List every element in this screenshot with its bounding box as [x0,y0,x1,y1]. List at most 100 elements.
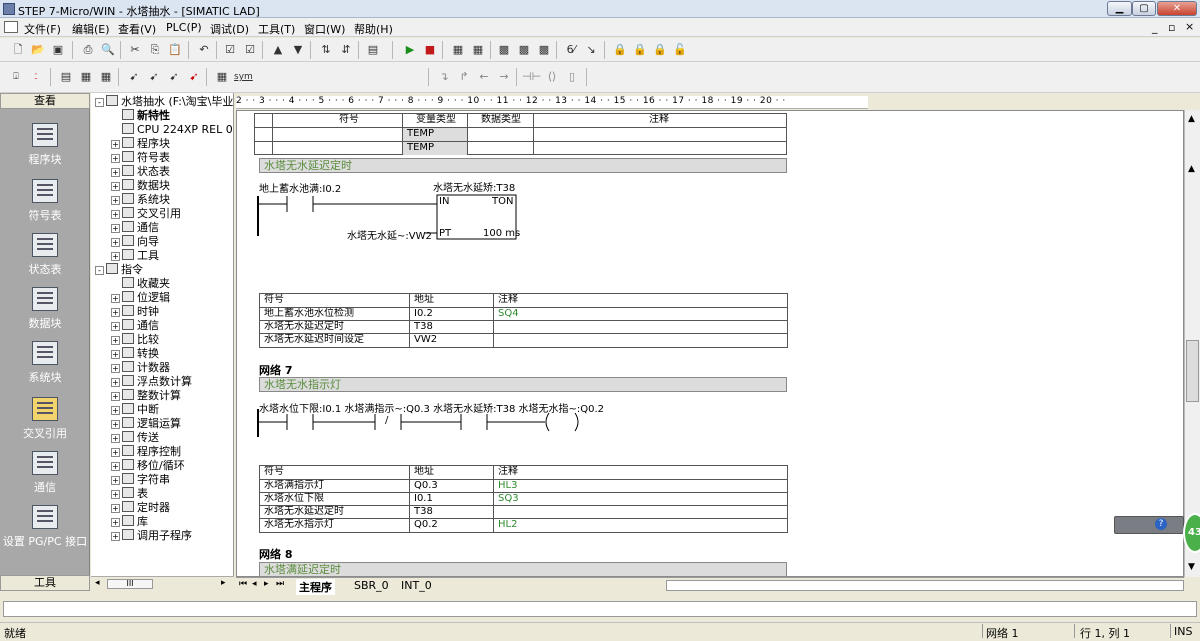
tree-node[interactable]: + 向导 [111,235,159,249]
coil-icon[interactable]: ⟨⟩ [544,69,560,85]
view-header[interactable]: 查看 [0,93,90,109]
expand-icon[interactable]: + [111,168,120,177]
mdi-restore-button[interactable]: ▫ [1168,21,1175,34]
new-icon[interactable]: 🗋 [10,42,26,58]
tree-node[interactable]: + 比较 [111,333,159,347]
menu-edit[interactable]: 编辑(E) [72,21,110,37]
expand-icon[interactable]: + [111,476,120,485]
menu-view[interactable]: 查看(V) [118,21,156,37]
box-icon[interactable]: ▯ [564,69,580,85]
expand-icon[interactable]: + [111,490,120,499]
nav-data-block[interactable]: 数据块 [0,287,90,331]
options-icon[interactable]: ▤ [365,42,381,58]
network-7-heading[interactable]: 网络 7 [259,362,292,378]
sort-desc-icon[interactable]: ⇵ [338,42,354,58]
unforce-icon[interactable]: ↘ [583,42,599,58]
scroll-right-icon[interactable]: ▸ [221,578,226,588]
tree-node[interactable]: + 位逻辑 [111,291,170,305]
write-all-icon[interactable]: ▩ [536,42,552,58]
nav-communication[interactable]: 通信 [0,451,90,495]
nav-cross-reference[interactable]: 交叉引用 [0,397,90,441]
line-down-icon[interactable]: ↴ [436,69,452,85]
copy-icon[interactable]: ⎘ [147,42,163,58]
program-status-icon[interactable]: ▦ [450,42,466,58]
mdi-minimize-button[interactable]: _ [1152,21,1158,34]
net7-rung[interactable] [257,409,597,439]
toggle-symbol-icon[interactable]: ▦ [78,69,94,85]
expand-icon[interactable]: + [111,462,120,471]
tools-header[interactable]: 工具 [0,575,90,591]
expand-icon[interactable]: + [111,350,120,359]
tree-node[interactable]: + 中断 [111,403,159,417]
tree-node[interactable]: + 移位/循环 [111,459,185,473]
help-icon[interactable]: ? [1155,518,1167,530]
expand-icon[interactable]: + [111,308,120,317]
network-8-heading[interactable]: 网络 8 [259,546,292,562]
menu-plc[interactable]: PLC(P) [166,21,202,34]
insert-network-icon[interactable]: ⍗ [8,69,24,85]
tree-node[interactable]: + 时钟 [111,305,159,319]
expand-icon[interactable]: + [111,532,120,541]
tree-node[interactable]: + 状态表 [111,165,170,179]
tree-node[interactable]: + 调用子程序 [111,529,192,543]
editor-vertical-scrollbar[interactable]: ▲ ▲ ▼ [1184,110,1200,577]
notification-badge[interactable]: 43 [1183,513,1200,553]
line-left-icon[interactable]: ← [476,69,492,85]
expand-icon[interactable]: + [111,518,120,527]
tree-node[interactable]: 新特性 [111,109,170,123]
tree-node[interactable]: + 通信 [111,221,159,235]
tab-last-icon[interactable]: ⏭ [276,579,284,589]
expand-icon[interactable]: + [111,434,120,443]
network-6-title[interactable]: 水塔无水延迟定时 [259,158,787,173]
tree-node[interactable]: + 整数计算 [111,389,181,403]
leaf-icon[interactable] [111,278,120,287]
tree-node[interactable]: + 定时器 [111,501,170,515]
expand-icon[interactable]: + [111,238,120,247]
lock-icon[interactable]: 🔒 [612,42,628,58]
tab-next-icon[interactable]: ▸ [264,579,269,589]
tree-node[interactable]: + 逻辑运算 [111,417,181,431]
sort-asc-icon[interactable]: ⇅ [318,42,334,58]
tree-node[interactable]: + 工具 [111,249,159,263]
editor-scroll-thumb[interactable] [1186,340,1199,402]
expand-icon[interactable]: + [111,210,120,219]
nav-symbol-table[interactable]: 符号表 [0,179,90,223]
print-preview-icon[interactable]: 🔍 [100,42,116,58]
collapse-icon[interactable]: - [95,266,104,275]
expand-icon[interactable]: + [111,140,120,149]
tree-node[interactable]: + 计数器 [111,361,170,375]
tree-node[interactable]: - 指令 [95,263,143,277]
tree-node[interactable]: + 程序控制 [111,445,181,459]
tab-main-program[interactable]: 主程序 [296,579,335,595]
symbol-info-icon[interactable]: sym [234,69,253,85]
save-all-icon[interactable]: ▣ [50,42,66,58]
expand-icon[interactable]: + [111,504,120,513]
menu-window[interactable]: 窗口(W) [304,21,345,37]
expand-icon[interactable]: + [111,224,120,233]
scroll-up-icon[interactable]: ▲ [1188,114,1195,124]
expand-icon[interactable]: + [111,196,120,205]
read-all-forced-icon[interactable]: 🔒 [652,42,668,58]
paste-icon[interactable]: 📋 [167,42,183,58]
tree-node[interactable]: + 传送 [111,431,159,445]
floating-toolbar[interactable]: ? [1114,516,1184,534]
expand-icon[interactable]: + [111,448,120,457]
print-icon[interactable]: ⎙ [80,42,96,58]
network-8-title[interactable]: 水塔满延迟定时 [259,562,787,576]
tab-prev-icon[interactable]: ◂ [252,579,257,589]
pause-status-icon[interactable]: ▦ [470,42,486,58]
compile-all-icon[interactable]: ☑ [242,42,258,58]
remove-bookmarks-icon[interactable]: ➹ [186,69,202,85]
collapse-icon[interactable]: - [95,98,104,107]
menu-tools[interactable]: 工具(T) [258,21,295,37]
minimize-button[interactable]: ▁ [1107,1,1132,16]
expand-icon[interactable]: + [111,182,120,191]
tree-node[interactable]: + 通信 [111,319,159,333]
expand-icon[interactable]: + [111,154,120,163]
nav-set-pgpc-interface[interactable]: 设置 PG/PC 接口 [0,505,90,549]
run-icon[interactable]: ▶ [402,42,418,58]
expand-icon[interactable]: + [111,322,120,331]
trend-icon[interactable]: 🔓 [672,42,688,58]
upload-icon[interactable]: ▲ [270,42,286,58]
editor-horizontal-scrollbar[interactable] [666,580,1184,591]
